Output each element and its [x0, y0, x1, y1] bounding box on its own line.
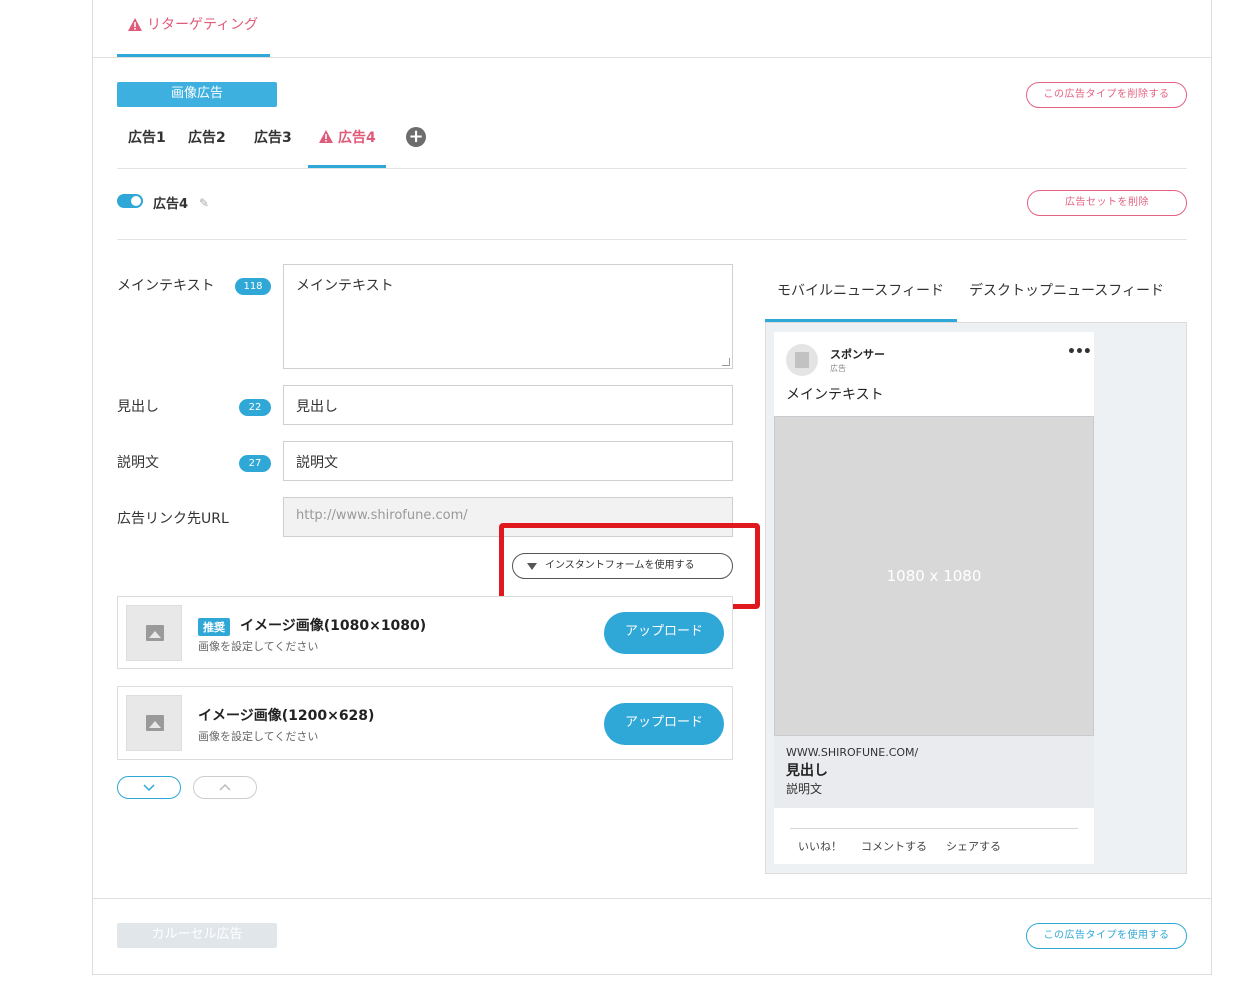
- tab-ad-2[interactable]: 広告2: [188, 127, 226, 147]
- description-value: 説明文: [296, 455, 338, 471]
- upload-card-1200: イメージ画像(1200×628) 画像を設定してください アップロード: [117, 686, 733, 760]
- upload-title: イメージ画像(1200×628): [198, 708, 375, 724]
- carousel-type-badge: カルーセル広告: [117, 923, 277, 948]
- ad-preview-card: スポンサー 広告 ••• メインテキスト 1080 x 1080 WWW.SHI…: [774, 332, 1094, 864]
- tab-mobile-newsfeed[interactable]: モバイルニュースフィード: [777, 280, 944, 300]
- sponsor-sub: 広告: [830, 364, 846, 373]
- preview-link-block: WWW.SHIROFUNE.COM/ 見出し 説明文: [774, 736, 1094, 808]
- divider: [93, 898, 1211, 899]
- preview-url: WWW.SHIROFUNE.COM/: [786, 746, 919, 759]
- image-icon: [146, 625, 164, 641]
- ad-enabled-toggle[interactable]: [117, 194, 143, 208]
- like-action: いいね！: [798, 840, 842, 853]
- upload-hint: 画像を設定してください: [198, 730, 319, 743]
- chevron-down-icon: [143, 784, 155, 792]
- headline-label: 見出し: [117, 399, 159, 415]
- divider: [117, 168, 1187, 169]
- tab-retargeting-label: リターゲティング: [147, 17, 259, 33]
- tab-ad-3[interactable]: 広告3: [254, 127, 292, 147]
- description-input[interactable]: 説明文: [283, 441, 733, 481]
- upload-button[interactable]: アップロード: [604, 703, 724, 745]
- upload-button[interactable]: アップロード: [604, 612, 724, 654]
- more-options-icon[interactable]: •••: [1067, 344, 1092, 360]
- main-text-label: メインテキスト: [117, 278, 215, 294]
- upload-hint: 画像を設定してください: [198, 640, 319, 653]
- delete-ad-set-button[interactable]: 広告セットを削除: [1027, 190, 1187, 216]
- tab-ad-1[interactable]: 広告1: [128, 127, 166, 147]
- preview-image: 1080 x 1080: [774, 416, 1094, 736]
- tab-retargeting[interactable]: リターゲティング: [117, 0, 270, 57]
- building-icon: [795, 352, 809, 368]
- divider: [790, 828, 1078, 829]
- share-action: シェアする: [946, 840, 1001, 853]
- upload-card-1080: 推奨 イメージ画像(1080×1080) 画像を設定してください アップロード: [117, 596, 733, 669]
- use-ad-type-button[interactable]: この広告タイプを使用する: [1026, 923, 1187, 949]
- move-down-button[interactable]: [117, 776, 181, 799]
- image-placeholder: [126, 605, 182, 661]
- headline-value: 見出し: [296, 399, 338, 415]
- image-icon: [146, 715, 164, 731]
- preview-headline: 見出し: [786, 763, 828, 779]
- upload-title: イメージ画像(1080×1080): [240, 618, 427, 634]
- divider: [117, 239, 1187, 240]
- ad-name: 広告4: [153, 197, 189, 212]
- main-text-value: メインテキスト: [296, 278, 394, 294]
- image-placeholder: [126, 695, 182, 751]
- warning-icon: [319, 130, 333, 143]
- headline-input[interactable]: 見出し: [283, 385, 733, 425]
- tab-desktop-newsfeed[interactable]: デスクトップニュースフィード: [969, 280, 1164, 300]
- url-placeholder: http://www.shirofune.com/: [296, 508, 468, 523]
- avatar: [786, 344, 818, 376]
- image-dimensions: 1080 x 1080: [886, 567, 982, 585]
- recommended-badge: 推奨: [198, 618, 230, 636]
- main-text-textarea[interactable]: メインテキスト: [283, 264, 733, 369]
- divider: [93, 57, 1211, 58]
- chevron-up-icon: [219, 783, 231, 791]
- preview-main-text: メインテキスト: [786, 387, 884, 403]
- description-count-badge: 27: [239, 455, 271, 472]
- headline-count-badge: 22: [239, 399, 271, 416]
- warning-icon: [128, 18, 142, 31]
- delete-ad-type-button[interactable]: この広告タイプを削除する: [1026, 82, 1187, 108]
- main-text-count-badge: 118: [235, 278, 271, 295]
- move-up-button[interactable]: [193, 776, 257, 799]
- description-label: 説明文: [117, 455, 159, 471]
- url-label: 広告リンク先URL: [117, 511, 229, 527]
- sponsor-name: スポンサー: [830, 348, 885, 361]
- preview-description: 説明文: [786, 782, 823, 796]
- comment-action: コメントする: [861, 840, 927, 853]
- edit-pencil-icon[interactable]: ✎: [199, 196, 209, 210]
- ad-type-badge: 画像広告: [117, 82, 277, 107]
- add-ad-icon[interactable]: +: [406, 127, 426, 147]
- resize-handle[interactable]: [722, 358, 730, 366]
- tab-ad-4[interactable]: 広告4: [338, 127, 376, 147]
